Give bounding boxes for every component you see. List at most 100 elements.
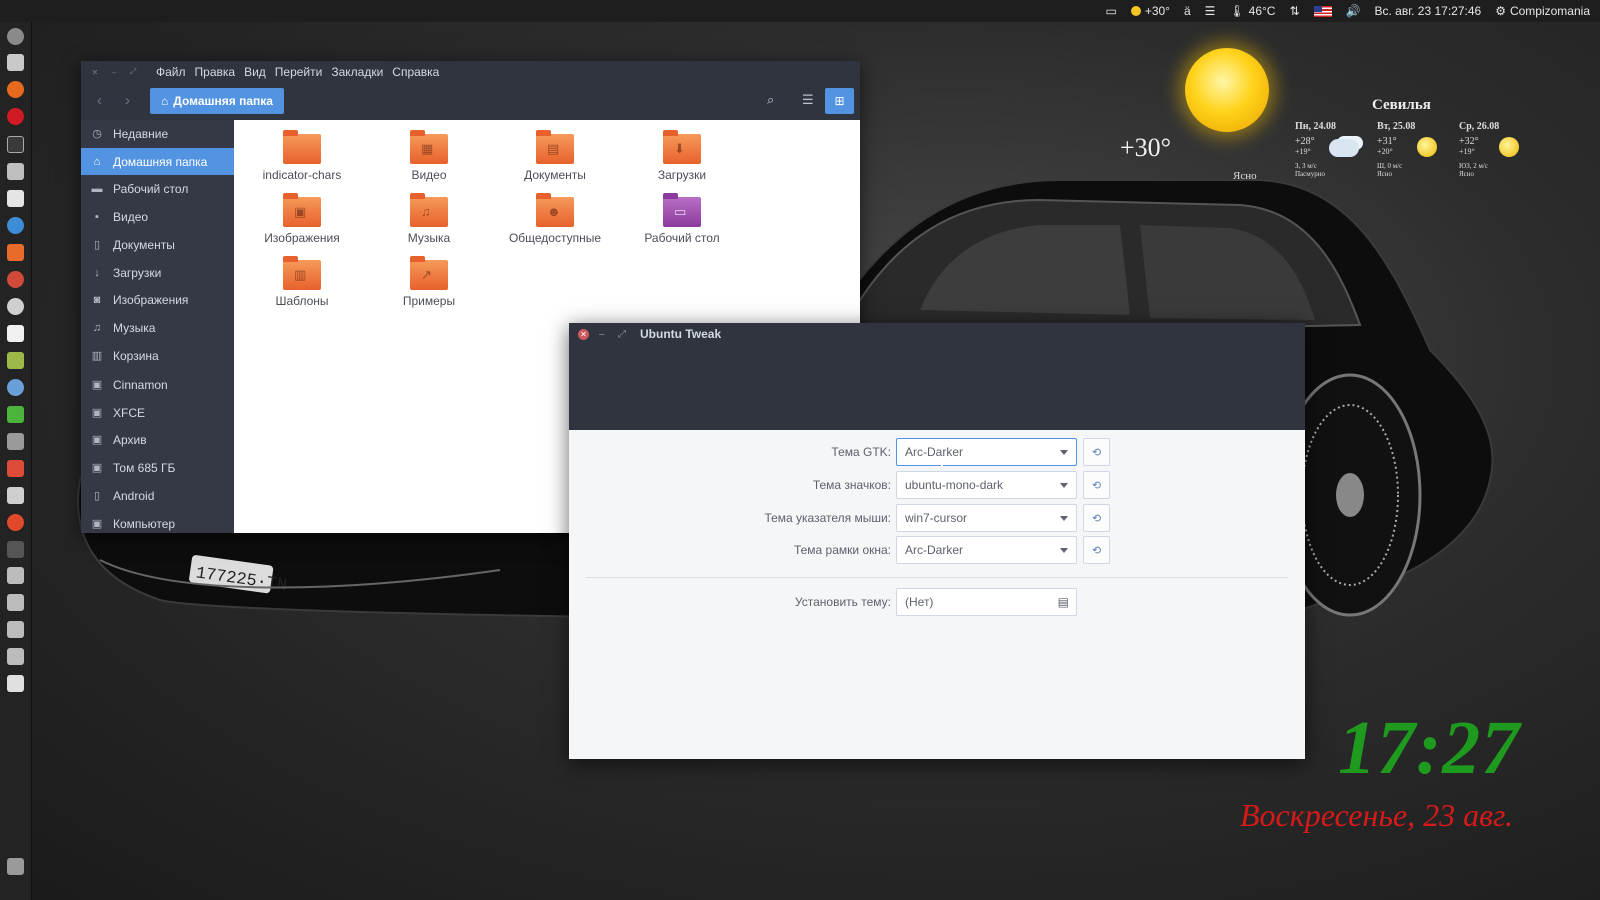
sidebar-item-documents[interactable]: ▯ Документы [81,231,234,258]
folder-item[interactable]: ▣ Изображения [242,193,362,245]
sidebar-item-volume[interactable]: ▣ Том 685 ГБ [81,454,234,481]
sidebar-item-desktop[interactable]: ▬ Рабочий стол [81,175,234,202]
minimize-icon[interactable]: – [599,329,605,340]
keyboard-layout-indicator[interactable] [1313,5,1332,17]
search-icon[interactable]: ⌕ [767,92,774,108]
back-arrow-icon[interactable]: ‹ [97,92,102,109]
folder-item[interactable]: ⬇ Загрузки [622,130,742,182]
folder-item[interactable]: ♫ Музыка [369,193,489,245]
archive-manager-icon[interactable] [7,352,24,369]
gtk-theme-combo[interactable]: Arc-Darker [896,438,1077,466]
sidebar-item-android[interactable]: ▯ Android [81,482,234,509]
icon-theme-combo[interactable]: ubuntu-mono-dark [896,471,1077,499]
sidebar-item-home[interactable]: ⌂ Домашняя папка [81,148,234,175]
folder-item[interactable]: ▦ Видео [369,130,489,182]
chars-indicator[interactable]: ä [1184,5,1191,17]
settings-icon[interactable] [7,271,24,288]
install-theme-label: Установить тему: [794,595,891,609]
sync-icon[interactable] [7,217,24,234]
gtk-theme-reset-button[interactable]: ⟲ [1083,438,1110,466]
drive-launcher-icon[interactable] [7,621,24,638]
menu-help[interactable]: Справка [392,65,439,79]
brush-icon[interactable] [7,433,24,450]
path-button-home[interactable]: ⌂ Домашняя папка [150,88,284,114]
menu-indicator[interactable]: ☰ [1205,5,1216,17]
firefox-icon[interactable] [7,81,24,98]
sidebar-item-recent[interactable]: ◷ Недавние [81,120,234,147]
sidebar-item-trash[interactable]: ▥ Корзина [81,342,234,369]
minimize-icon[interactable]: – [109,67,119,77]
sidebar-item-computer[interactable]: ▣ Компьютер [81,510,234,537]
sidebar-item-downloads[interactable]: ↓ Загрузки [81,259,234,286]
weather-indicator[interactable]: +30° [1130,4,1170,18]
drive-launcher-icon[interactable] [7,567,24,584]
trash-launcher-icon[interactable] [7,858,24,875]
sidebar-item-pictures[interactable]: ◙ Изображения [81,286,234,313]
software-center-icon[interactable] [7,244,24,261]
session-indicator[interactable]: ⚙ Compizomania [1495,4,1590,18]
cursor-theme-reset-button[interactable]: ⟲ [1083,504,1110,532]
menu-view[interactable]: Вид [244,65,266,79]
folder-item[interactable]: ▤ Документы [495,130,615,182]
folder-item[interactable]: ↗ Примеры [369,256,489,308]
folder-item[interactable]: ▥ Шаблоны [242,256,362,308]
sidebar-item-archive[interactable]: ▣ Архив [81,426,234,453]
menu-edit[interactable]: Правка [195,65,236,79]
forecast-date: Пн, 24.08 [1295,121,1337,132]
workspace-icon[interactable] [7,541,24,558]
list-view-icon[interactable]: ☰ [802,92,814,108]
forward-arrow-icon[interactable]: › [125,92,130,109]
forecast-day: Ср, 26.08 +32° +19° ЮЗ, 2 м/с Ясно [1459,121,1539,178]
sidebar-item-label: Домашняя папка [113,154,208,169]
maximize-icon[interactable]: ⤢ [128,67,138,77]
browser-icon[interactable] [7,379,24,396]
folder-item[interactable]: ☻ Общедоступные [495,193,615,245]
close-icon[interactable]: ✕ [90,67,100,77]
sidebar-item-xfce[interactable]: ▣ XFCE [81,399,234,426]
drive-launcher-icon[interactable] [7,594,24,611]
sidebar-item-cinnamon[interactable]: ▣ Cinnamon [81,371,234,398]
grid-view-button[interactable]: ⊞ [825,88,854,114]
home-icon: ⌂ [93,155,101,168]
dash-icon[interactable] [7,28,24,45]
display-indicator[interactable]: ▭ [1105,5,1116,17]
screenshot-icon[interactable] [7,163,24,180]
terminal-icon[interactable] [7,136,24,153]
sound-indicator[interactable]: 🔊 [1346,5,1361,17]
drive-launcher-icon[interactable] [7,648,24,665]
sidebar-item-video[interactable]: ▪ Видео [81,203,234,230]
sidebar-item-music[interactable]: ♫ Музыка [81,314,234,341]
network-indicator[interactable]: ⇅ [1289,5,1299,17]
window-theme-reset-button[interactable]: ⟲ [1083,536,1110,564]
folder-item[interactable]: ▭ Рабочий стол [622,193,742,245]
file-manager-header: ✕ – ⤢ Файл Правка Вид Перейти Закладки С… [81,61,860,120]
sidebar-item-label: Изображения [113,292,189,307]
files-launcher-icon[interactable] [7,54,24,71]
menu-file[interactable]: Файл [156,65,186,79]
office-icon[interactable] [7,325,24,342]
weather-sun-icon [1185,48,1269,132]
datetime-indicator[interactable]: Вс. авг. 23 17:27:46 [1374,4,1481,18]
sidebar-item-label: Недавние [113,126,169,141]
temperature-indicator[interactable]: 🌡 46°C [1229,4,1275,18]
monitor-app-icon[interactable] [7,406,24,423]
camera-app-icon[interactable] [7,487,24,504]
window-theme-combo[interactable]: Arc-Darker [896,536,1077,564]
maximize-icon[interactable]: ⤢ [618,329,626,340]
tweak-tool-icon[interactable] [7,298,24,315]
file-chooser-value: (Нет) [905,595,934,609]
menu-bookmarks[interactable]: Закладки [331,65,383,79]
cursor-theme-combo[interactable]: win7-cursor [896,504,1077,532]
computer-icon: ▣ [91,518,103,530]
text-editor-icon[interactable] [7,190,24,207]
opera-icon[interactable] [7,108,24,125]
menu-go[interactable]: Перейти [275,65,323,79]
check-app-icon[interactable] [7,514,24,531]
icon-theme-reset-button[interactable]: ⟲ [1083,471,1110,499]
install-theme-file-chooser[interactable]: (Нет) ▤ [896,588,1077,616]
close-icon[interactable]: ✕ [578,329,589,340]
phone-launcher-icon[interactable] [7,675,24,692]
folder-item[interactable]: indicator-chars [242,130,362,182]
google-plus-icon[interactable] [7,460,24,477]
music-icon: ♫ [92,321,102,334]
